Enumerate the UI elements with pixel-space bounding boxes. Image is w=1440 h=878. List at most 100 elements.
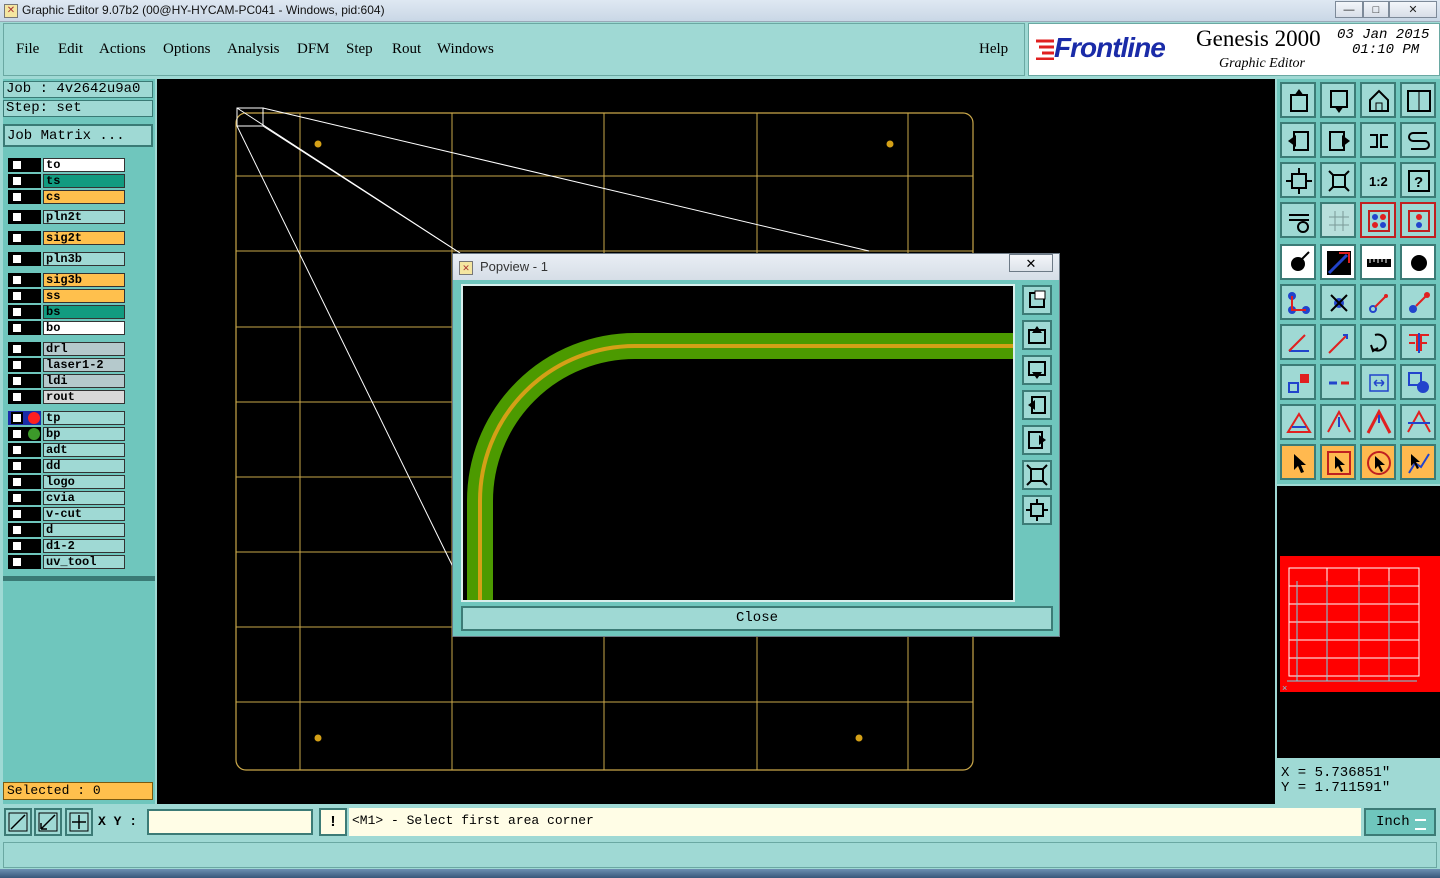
snap-corner-icon[interactable] [4, 808, 32, 836]
overview-map[interactable]: × [1277, 486, 1440, 758]
layer-row-bp[interactable]: bp [8, 427, 127, 441]
layer-name[interactable]: pln2t [43, 210, 125, 224]
add-line-tool[interactable] [1320, 244, 1356, 280]
measure-tool[interactable] [1360, 244, 1396, 280]
layer-checkbox[interactable] [11, 375, 23, 387]
layer-checkbox[interactable] [11, 359, 23, 371]
select-tool[interactable] [1280, 444, 1316, 480]
layer-name[interactable]: sig3b [43, 273, 125, 287]
layer-name[interactable]: bs [43, 305, 125, 319]
popview-pan-up-button[interactable] [1022, 320, 1052, 350]
scale-1-2-tool[interactable]: 1:2 [1360, 162, 1396, 198]
layer-name[interactable]: tp [43, 411, 125, 425]
menu-step[interactable]: Step [346, 41, 373, 58]
text-tool-a[interactable] [1280, 404, 1316, 440]
grid-tool[interactable] [1320, 202, 1356, 238]
move-pad-tool[interactable] [1360, 284, 1396, 320]
add-pad-tool[interactable] [1280, 244, 1316, 280]
text-tool-d[interactable] [1400, 404, 1436, 440]
layer-name[interactable]: ss [43, 289, 125, 303]
resize-tool[interactable] [1360, 364, 1396, 400]
layer-row-ts[interactable]: ts [8, 174, 127, 188]
layer-name[interactable]: bo [43, 321, 125, 335]
layer-checkbox[interactable] [11, 444, 23, 456]
layer-row-cvia[interactable]: cvia [8, 491, 127, 505]
popview-pan-down-button[interactable] [1022, 355, 1052, 385]
layer-view-tool[interactable] [1360, 202, 1396, 238]
align-tool[interactable] [1400, 324, 1436, 360]
zoom-in-tool[interactable] [1320, 162, 1356, 198]
open-job-tool[interactable] [1280, 82, 1316, 118]
popview-pan-right-button[interactable] [1022, 425, 1052, 455]
layer-checkbox[interactable] [11, 175, 23, 187]
menu-actions[interactable]: Actions [99, 41, 146, 58]
layer-row-to[interactable]: to [8, 158, 127, 172]
menu-dfm[interactable]: DFM [297, 41, 330, 58]
layer-name[interactable]: adt [43, 443, 125, 457]
popview-zoom-fit-button[interactable] [1022, 285, 1052, 315]
menu-windows[interactable]: Windows [437, 41, 494, 58]
select-circle-tool[interactable] [1360, 444, 1396, 480]
layer-row-tp[interactable]: tp [8, 411, 127, 425]
text-tool-b[interactable] [1320, 404, 1356, 440]
layer-checkbox[interactable] [11, 290, 23, 302]
layer-checkbox[interactable] [11, 159, 23, 171]
layer-row-v-cut[interactable]: v-cut [8, 507, 127, 521]
layer-name[interactable]: drl [43, 342, 125, 356]
layer-name[interactable]: pln3b [43, 252, 125, 266]
layer-name[interactable]: d1-2 [43, 539, 125, 553]
layer-row-dd[interactable]: dd [8, 459, 127, 473]
layer-row-bs[interactable]: bs [8, 305, 127, 319]
snap-grid-icon[interactable] [65, 808, 93, 836]
layer-row-logo[interactable]: logo [8, 475, 127, 489]
layer-checkbox[interactable] [11, 253, 23, 265]
layer-name[interactable]: cs [43, 190, 125, 204]
layer-row-bo[interactable]: bo [8, 321, 127, 335]
copy-pad-tool[interactable] [1400, 284, 1436, 320]
layer-name[interactable]: logo [43, 475, 125, 489]
layer-compare-tool[interactable] [1400, 202, 1436, 238]
layer-checkbox[interactable] [11, 322, 23, 334]
menu-edit[interactable]: Edit [58, 41, 83, 58]
move-tool[interactable] [1280, 364, 1316, 400]
layer-row-adt[interactable]: adt [8, 443, 127, 457]
layer-name[interactable]: sig2t [43, 231, 125, 245]
select-box-tool[interactable] [1320, 444, 1356, 480]
layer-checkbox[interactable] [11, 540, 23, 552]
rotate-tool[interactable] [1360, 324, 1396, 360]
layer-row-d[interactable]: d [8, 523, 127, 537]
layer-checkbox[interactable] [11, 232, 23, 244]
xy-input[interactable] [147, 809, 313, 835]
layer-row-sig2t[interactable]: sig2t [8, 231, 127, 245]
menu-options[interactable]: Options [163, 41, 211, 58]
display-color-icon[interactable] [28, 412, 40, 424]
layer-name[interactable]: rout [43, 390, 125, 404]
layer-checkbox[interactable] [11, 492, 23, 504]
popview-zoom-in-button[interactable] [1022, 495, 1052, 525]
snap-tool[interactable] [1400, 122, 1436, 158]
layer-checkbox[interactable] [11, 211, 23, 223]
mirror-tool[interactable] [1360, 122, 1396, 158]
window-layout-tool[interactable] [1400, 82, 1436, 118]
layer-name[interactable]: ts [43, 174, 125, 188]
layer-row-ss[interactable]: ss [8, 289, 127, 303]
layer-checkbox[interactable] [11, 412, 23, 424]
layer-name[interactable]: ldi [43, 374, 125, 388]
layer-checkbox[interactable] [11, 460, 23, 472]
select-net-tool[interactable] [1400, 444, 1436, 480]
popview-canvas[interactable] [461, 284, 1023, 602]
cross-tool[interactable] [1320, 284, 1356, 320]
layer-row-pln3b[interactable]: pln3b [8, 252, 127, 266]
zoom-home-tool[interactable] [1280, 162, 1316, 198]
shapes-tool[interactable] [1400, 364, 1436, 400]
layer-checkbox[interactable] [11, 428, 23, 440]
angle-tool[interactable] [1280, 324, 1316, 360]
layer-checkbox[interactable] [11, 306, 23, 318]
warning-icon[interactable]: ! [319, 808, 347, 836]
job-matrix-button[interactable]: Job Matrix ... [3, 124, 153, 147]
layer-name[interactable]: to [43, 158, 125, 172]
layer-checkbox[interactable] [11, 391, 23, 403]
layer-checkbox[interactable] [11, 343, 23, 355]
connect-tool[interactable] [1280, 284, 1316, 320]
layer-checkbox[interactable] [11, 274, 23, 286]
